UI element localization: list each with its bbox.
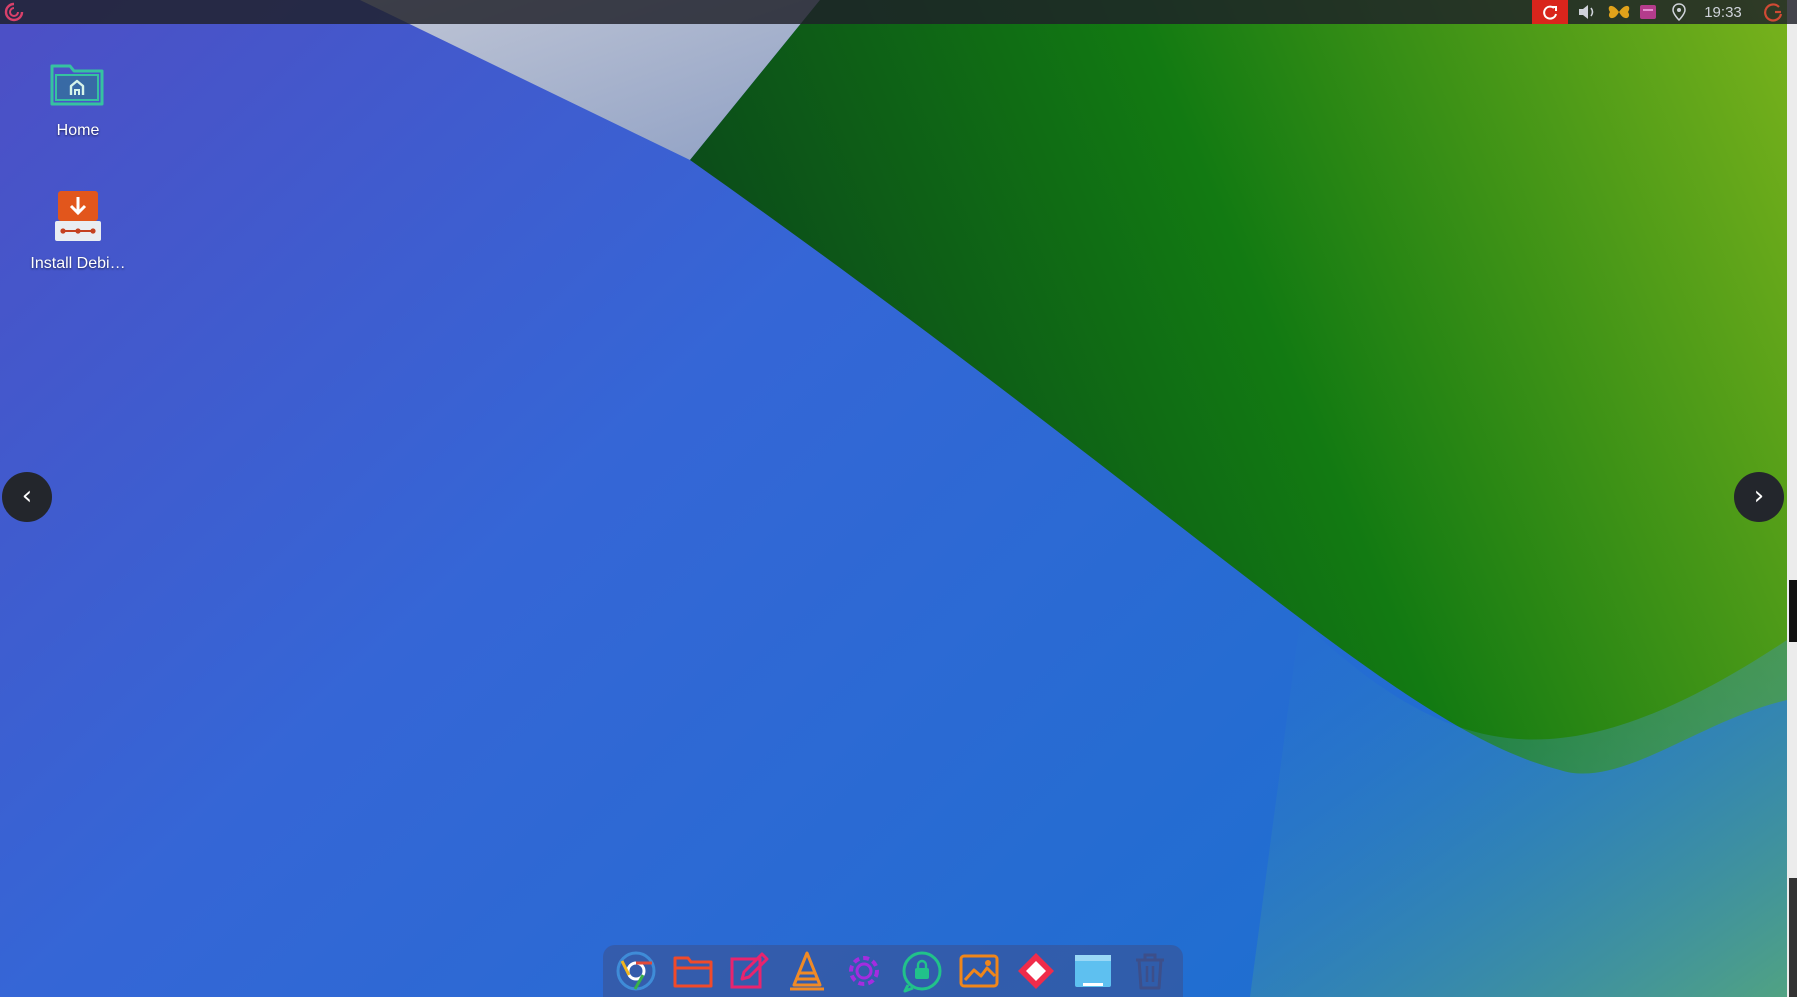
trash-icon[interactable]: [1126, 946, 1175, 996]
app-menu-logo-icon[interactable]: [2, 0, 26, 24]
dock: [603, 945, 1183, 997]
store-icon[interactable]: [897, 946, 946, 996]
butterfly-icon[interactable]: [1604, 0, 1634, 24]
chrome-icon[interactable]: [611, 946, 660, 996]
desktop-icon-label: Install Debi…: [30, 255, 126, 272]
settings-icon[interactable]: [840, 946, 889, 996]
window-icon[interactable]: [1636, 0, 1660, 24]
desktop-icon-home[interactable]: Home: [18, 52, 138, 140]
desktop-icon-install[interactable]: Install Debi…: [18, 185, 138, 273]
previous-arrow-button[interactable]: ‹: [2, 472, 52, 522]
installer-icon: [46, 185, 110, 249]
files-icon[interactable]: [668, 946, 717, 996]
desktop-icon[interactable]: [1069, 946, 1118, 996]
desktop: 19:33 Home Install Debi… ‹ ›: [0, 0, 1797, 997]
text-editor-icon[interactable]: [725, 946, 774, 996]
right-edge-strip: [1787, 0, 1797, 997]
next-arrow-button[interactable]: ›: [1734, 472, 1784, 522]
wallpaper: [0, 0, 1787, 997]
location-icon[interactable]: [1666, 0, 1692, 24]
notification-icon[interactable]: [1532, 0, 1568, 24]
vlc-icon[interactable]: [783, 946, 832, 996]
top-panel: 19:33: [0, 0, 1797, 24]
image-viewer-icon[interactable]: [954, 946, 1003, 996]
volume-icon[interactable]: [1574, 0, 1600, 24]
diamond-app-icon[interactable]: [1011, 946, 1060, 996]
home-folder-icon: [46, 52, 110, 116]
desktop-icon-label: Home: [56, 122, 100, 139]
power-icon[interactable]: [1758, 0, 1788, 24]
clock[interactable]: 19:33: [1694, 0, 1752, 24]
